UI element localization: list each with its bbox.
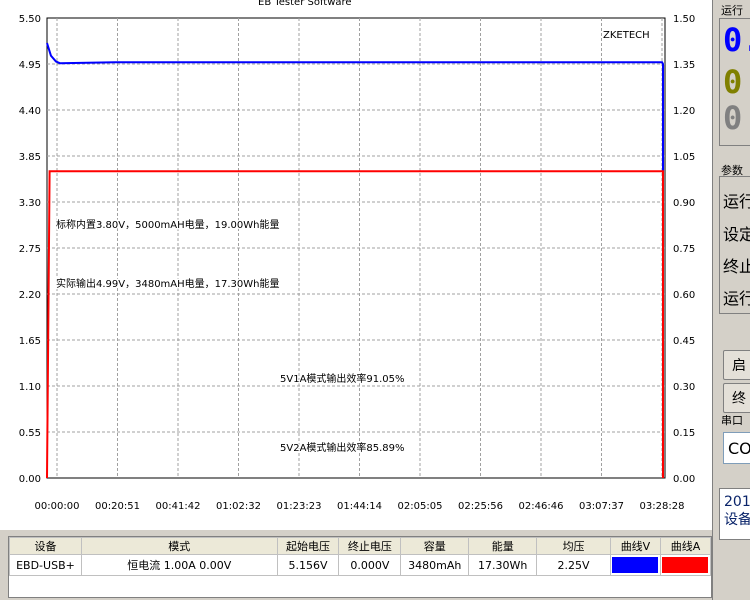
x-tick-label: 02:46:46 <box>519 501 564 512</box>
y-right-tick-label: 1.20 <box>673 106 695 117</box>
param-item-2: 设定 <box>723 225 750 244</box>
start-button[interactable]: 启 <box>723 350 750 380</box>
annotation-actual: 实际输出4.99V，3480mAH电量，17.30Wh能量 <box>56 277 280 290</box>
right-panel: 运行 0. 0 0 参数 运行 设定 终止 运行 启 终 串口 CO 201 设… <box>712 0 750 600</box>
cell-mode: 恒电流 1.00A 0.00V <box>80 554 278 576</box>
param-item-4: 运行 <box>723 289 750 308</box>
x-tick-label: 00:20:51 <box>95 501 140 512</box>
y-right-tick-label: 0.90 <box>673 198 695 209</box>
header-curve-a: 曲线A <box>659 537 712 555</box>
watermark: ZKETECH <box>603 30 650 41</box>
annotation-eff-1a: 5V1A模式输出效率91.05% <box>280 372 405 385</box>
y-left-tick-label: 1.65 <box>19 336 41 347</box>
y-right-tick-label: 0.30 <box>673 382 695 393</box>
readout-current: 0 <box>723 63 743 101</box>
cell-start-voltage: 5.156V <box>276 554 340 576</box>
annotation-eff-2a: 5V2A模式输出效率85.89% <box>280 441 405 454</box>
cell-end-voltage: 0.000V <box>338 554 402 576</box>
x-tick-label: 00:41:42 <box>156 501 201 512</box>
stop-button[interactable]: 终 <box>723 383 750 413</box>
y-left-tick-label: 4.40 <box>19 106 41 117</box>
header-device: 设备 <box>9 537 82 555</box>
info-line-2: 设备 <box>724 512 750 528</box>
curve-a-swatch[interactable] <box>662 557 709 573</box>
port-select[interactable]: CO <box>723 432 750 464</box>
y-left-tick-label: 3.85 <box>19 152 41 163</box>
curve-v-swatch[interactable] <box>612 557 659 573</box>
x-tick-label: 01:02:32 <box>216 501 261 512</box>
param-item-3: 终止 <box>723 257 750 276</box>
results-grid: 设备 模式 起始电压 终止电压 容量 能量 均压 曲线V 曲线A EBD-USB… <box>9 537 712 576</box>
readout-power: 0 <box>723 99 743 137</box>
x-tick-label: 03:07:37 <box>579 501 624 512</box>
y-left-tick-label: 0.55 <box>19 428 41 439</box>
x-tick-label: 01:44:14 <box>337 501 382 512</box>
cell-curve-a-swatch[interactable] <box>659 554 712 576</box>
chart-svg: EB Tester Software 5.50 1.50 4.95 1.35 4.40 1… <box>19 0 696 512</box>
cell-avg-voltage: 2.25V <box>536 554 611 576</box>
x-tick-label: 00:00:00 <box>35 501 80 512</box>
y-left-tick-label: 1.10 <box>19 382 41 393</box>
results-table: 设备 模式 起始电压 终止电压 容量 能量 均压 曲线V 曲线A EBD-USB… <box>8 536 712 598</box>
y-left-tick-label: 2.20 <box>19 290 41 301</box>
info-box: 201 设备 <box>719 488 750 540</box>
header-energy: 能量 <box>468 537 538 555</box>
x-tick-label: 01:23:23 <box>277 501 322 512</box>
chart-area: EB Tester Software 5.50 1.50 4.95 1.35 4.40 1… <box>0 0 712 530</box>
param-item-1: 运行 <box>723 192 750 211</box>
y-left-tick-label: 4.95 <box>19 60 41 71</box>
cell-device: EBD-USB+ <box>9 554 82 576</box>
readout-voltage: 0. <box>723 21 750 59</box>
y-left-tick-label: 5.50 <box>19 14 41 25</box>
info-line-1: 201 <box>724 494 750 510</box>
window-title-fragment: EB Tester Software <box>258 0 352 8</box>
y-left-tick-label: 3.30 <box>19 198 41 209</box>
x-tick-label: 03:28:28 <box>640 501 685 512</box>
header-end-voltage: 终止电压 <box>338 537 402 555</box>
header-avg-voltage: 均压 <box>536 537 611 555</box>
running-label: 运行 <box>721 4 743 17</box>
header-mode: 模式 <box>80 537 278 555</box>
header-start-voltage: 起始电压 <box>276 537 340 555</box>
y-right-tick-label: 0.00 <box>673 474 695 485</box>
header-curve-v: 曲线V <box>609 537 661 555</box>
x-tick-label: 02:25:56 <box>458 501 503 512</box>
y-right-tick-label: 1.05 <box>673 152 695 163</box>
x-tick-label: 02:05:05 <box>398 501 443 512</box>
cell-capacity: 3480mAh <box>400 554 470 576</box>
y-right-tick-label: 0.45 <box>673 336 695 347</box>
port-label: 串口 <box>721 414 743 427</box>
y-left-tick-label: 0.00 <box>19 474 41 485</box>
annotation-nominal: 标称内置3.80V，5000mAH电量，19.00Wh能量 <box>56 218 280 231</box>
y-left-tick-label: 2.75 <box>19 244 41 255</box>
y-right-tick-label: 0.75 <box>673 244 695 255</box>
y-right-tick-label: 1.35 <box>673 60 695 71</box>
cell-curve-v-swatch[interactable] <box>609 554 661 576</box>
header-capacity: 容量 <box>400 537 470 555</box>
table-row[interactable]: EBD-USB+ 恒电流 1.00A 0.00V 5.156V 0.000V 3… <box>9 554 712 576</box>
cell-energy: 17.30Wh <box>468 554 538 576</box>
y-right-tick-label: 1.50 <box>673 14 695 25</box>
y-right-tick-label: 0.60 <box>673 290 695 301</box>
y-right-tick-label: 0.15 <box>673 428 695 439</box>
